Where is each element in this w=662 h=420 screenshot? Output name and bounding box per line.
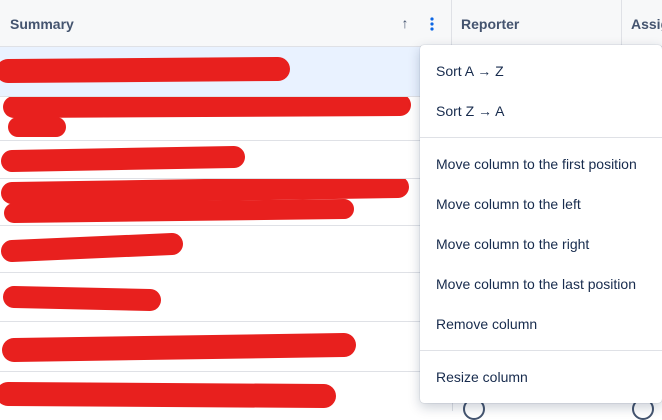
menu-item-move-last[interactable]: Move column to the last position [420, 264, 662, 304]
redaction-mark [1, 146, 245, 172]
menu-separator [420, 350, 662, 351]
menu-item-remove-column[interactable]: Remove column [420, 304, 662, 344]
menu-item-move-right[interactable]: Move column to the right [420, 224, 662, 264]
column-header-assignee[interactable]: Assig [622, 0, 662, 46]
arrow-up-icon[interactable]: ↑ [397, 14, 413, 32]
menu-item-resize-column[interactable]: Resize column [420, 357, 662, 397]
menu-item-sort-desc[interactable]: Sort Z → A [420, 91, 662, 131]
redaction-mark [3, 97, 411, 137]
redaction-mark [3, 286, 161, 311]
redaction-mark [1, 179, 409, 223]
redaction-mark [1, 233, 183, 262]
menu-item-sort-asc[interactable]: Sort A → Z [420, 51, 662, 91]
table-header: Summary ↑ Reporter Assig [0, 0, 662, 47]
column-header-label: Assig [631, 16, 662, 32]
menu-item-move-first[interactable]: Move column to the first position [420, 144, 662, 184]
menu-item-move-left[interactable]: Move column to the left [420, 184, 662, 224]
column-header-summary[interactable]: Summary [0, 0, 452, 46]
redaction-mark [0, 57, 290, 83]
column-header-label: Summary [10, 16, 74, 32]
column-header-reporter[interactable]: Reporter [452, 0, 622, 46]
redaction-mark [0, 382, 336, 408]
column-actions-menu: Sort A → Z Sort Z → A Move column to the… [420, 45, 662, 403]
column-menu-button[interactable] [421, 12, 443, 36]
menu-separator [420, 137, 662, 138]
redaction-mark [2, 333, 356, 362]
more-vertical-icon [430, 17, 434, 31]
column-header-label: Reporter [461, 16, 520, 32]
